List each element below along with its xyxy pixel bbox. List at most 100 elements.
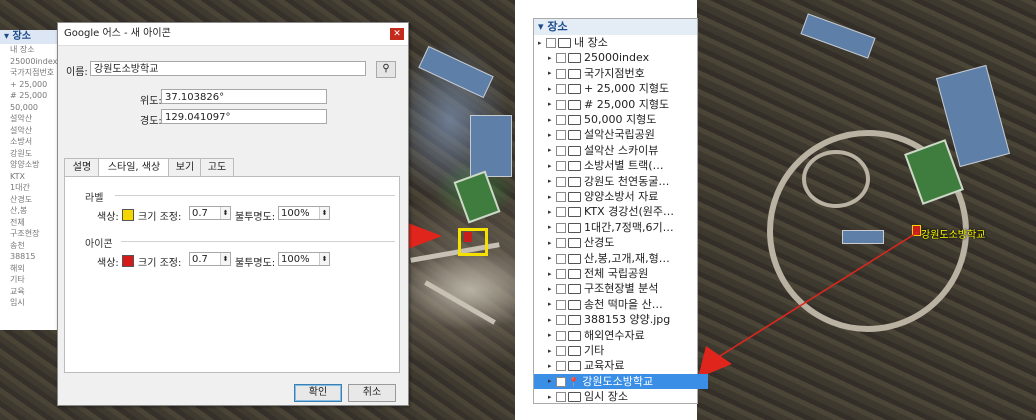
expand-arrow-icon[interactable]: ▸ bbox=[548, 128, 556, 143]
expand-arrow-icon[interactable]: ▸ bbox=[548, 66, 556, 81]
expand-arrow-icon[interactable]: ▸ bbox=[548, 374, 556, 389]
tree-item[interactable]: ▸ 임시 장소 bbox=[534, 389, 708, 404]
tree-item[interactable]: ▸ 송천 떡마을 산… bbox=[534, 297, 708, 312]
label-color-swatch[interactable] bbox=[122, 209, 134, 221]
visibility-checkbox[interactable] bbox=[556, 84, 566, 95]
tree-item[interactable]: 50,000 bbox=[0, 102, 60, 114]
tree-item[interactable]: 국가지점번호 bbox=[0, 67, 60, 79]
tab-description[interactable]: 설명 bbox=[64, 158, 100, 176]
placemark-label[interactable]: 강원도소방학교 bbox=[921, 226, 985, 241]
visibility-checkbox[interactable] bbox=[556, 53, 566, 64]
tree-item[interactable]: ▸ 국가지점번호 bbox=[534, 66, 708, 81]
visibility-checkbox[interactable] bbox=[556, 222, 566, 233]
tree-item[interactable]: ▸ KTX 경강선(원주… bbox=[534, 204, 708, 219]
tree-item[interactable]: 1대간 bbox=[0, 182, 60, 194]
tree-item[interactable]: ▸ 50,000 지형도 bbox=[534, 112, 708, 127]
tree-item[interactable]: ▸ 25000index bbox=[534, 50, 708, 65]
spin-arrows-icon[interactable]: ⬍ bbox=[319, 207, 329, 219]
expand-arrow-icon[interactable]: ▸ bbox=[548, 159, 556, 174]
visibility-checkbox[interactable] bbox=[556, 192, 566, 202]
tree-item[interactable]: ▸ 산,봉,고개,재,형… bbox=[534, 251, 708, 266]
expand-arrow-icon[interactable]: ▸ bbox=[548, 236, 556, 251]
visibility-checkbox[interactable] bbox=[556, 392, 566, 403]
label-opacity-stepper[interactable]: 100% ⬍ bbox=[278, 206, 330, 220]
visibility-checkbox[interactable] bbox=[556, 269, 566, 279]
tree-item[interactable]: 소방서 bbox=[0, 136, 60, 148]
spin-arrows-icon[interactable]: ⬍ bbox=[319, 253, 329, 265]
label-scale-stepper[interactable]: 0.7 ⬍ bbox=[189, 206, 231, 220]
visibility-checkbox[interactable] bbox=[546, 38, 556, 48]
tab-altitude[interactable]: 고도 bbox=[200, 158, 234, 176]
tree-item[interactable]: ▸ 교육자료 bbox=[534, 358, 708, 373]
close-icon[interactable]: ✕ bbox=[390, 28, 404, 40]
tree-item[interactable]: ▸ 설악산국립공원 bbox=[534, 127, 708, 142]
tree-item[interactable]: ▸ 소방서별 트랙(… bbox=[534, 158, 708, 173]
tree-item[interactable]: 전체 bbox=[0, 217, 60, 229]
tree-item[interactable]: 설악산 bbox=[0, 125, 60, 137]
tree-item[interactable]: + 25,000 bbox=[0, 79, 60, 91]
visibility-checkbox[interactable] bbox=[556, 315, 566, 326]
icon-scale-stepper[interactable]: 0.7 ⬍ bbox=[189, 252, 231, 266]
visibility-checkbox[interactable] bbox=[556, 376, 566, 387]
expand-arrow-icon[interactable]: ▸ bbox=[548, 267, 556, 282]
visibility-checkbox[interactable] bbox=[556, 284, 566, 295]
visibility-checkbox[interactable] bbox=[556, 145, 566, 156]
tree-item[interactable]: 산경도 bbox=[0, 194, 60, 206]
tree-item[interactable]: 내 장소 bbox=[0, 44, 60, 56]
latitude-field[interactable]: 37.103826° bbox=[161, 89, 327, 104]
tree-item[interactable]: ▸ + 25,000 지형도 bbox=[534, 81, 708, 96]
name-field[interactable]: 강원도소방학교 bbox=[90, 61, 366, 76]
icon-opacity-stepper[interactable]: 100% ⬍ bbox=[278, 252, 330, 266]
tree-item[interactable]: 양양소방 bbox=[0, 159, 60, 171]
places-header[interactable]: ▾ 장소 bbox=[0, 30, 60, 44]
tree-item[interactable]: ▸ 구조현장별 분석 bbox=[534, 281, 708, 296]
tree-item[interactable]: ▸ 양양소방서 자료 bbox=[534, 189, 708, 204]
tree-item[interactable]: 교육 bbox=[0, 286, 60, 298]
tree-item[interactable]: ▸ 전체 국립공원 bbox=[534, 266, 708, 281]
visibility-checkbox[interactable] bbox=[556, 299, 566, 310]
tab-view[interactable]: 보기 bbox=[168, 158, 202, 176]
expand-arrow-icon[interactable]: ▸ bbox=[548, 205, 556, 220]
tree-item[interactable]: 강원도 bbox=[0, 148, 60, 160]
spin-arrows-icon[interactable]: ⬍ bbox=[220, 207, 230, 219]
places-header[interactable]: ▾ 장소 bbox=[534, 19, 697, 35]
expand-arrow-icon[interactable]: ▸ bbox=[548, 328, 556, 343]
tree-item[interactable]: ▸ 388153 양양.jpg bbox=[534, 312, 708, 327]
visibility-checkbox[interactable] bbox=[556, 346, 566, 356]
longitude-field[interactable]: 129.041097° bbox=[161, 109, 327, 124]
expand-arrow-icon[interactable]: ▸ bbox=[548, 51, 556, 66]
expand-arrow-icon[interactable]: ▸ bbox=[548, 297, 556, 312]
tree-item[interactable]: 산,봉 bbox=[0, 205, 60, 217]
pin-icon[interactable]: ⚲ bbox=[376, 61, 396, 78]
expand-arrow-icon[interactable]: ▸ bbox=[548, 174, 556, 189]
tab-style-color[interactable]: 스타일, 색상 bbox=[98, 158, 170, 177]
visibility-checkbox[interactable] bbox=[556, 330, 566, 341]
tree-item[interactable]: ▸ 강원도 천연동굴… bbox=[534, 174, 708, 189]
icon-color-swatch[interactable] bbox=[122, 255, 134, 267]
tree-item[interactable]: 해외 bbox=[0, 263, 60, 275]
tree-item[interactable]: 구조현장 bbox=[0, 228, 60, 240]
visibility-checkbox[interactable] bbox=[556, 207, 566, 218]
tree-item[interactable]: ▸ 1대간,7정맥,6기… bbox=[534, 220, 708, 235]
tree-item[interactable]: # 25,000 bbox=[0, 90, 60, 102]
expand-arrow-icon[interactable]: ▸ bbox=[548, 143, 556, 158]
expand-arrow-icon[interactable]: ▸ bbox=[538, 36, 546, 51]
expand-arrow-icon[interactable]: ▸ bbox=[548, 359, 556, 374]
tree-item[interactable]: 38815 bbox=[0, 251, 60, 263]
visibility-checkbox[interactable] bbox=[556, 176, 566, 187]
visibility-checkbox[interactable] bbox=[556, 115, 566, 125]
tree-item[interactable]: 설악산 bbox=[0, 113, 60, 125]
expand-arrow-icon[interactable]: ▸ bbox=[548, 313, 556, 328]
spin-arrows-icon[interactable]: ⬍ bbox=[220, 253, 230, 265]
tree-item[interactable]: ▸ 기타 bbox=[534, 343, 708, 358]
expand-arrow-icon[interactable]: ▸ bbox=[548, 190, 556, 205]
visibility-checkbox[interactable] bbox=[556, 253, 566, 264]
tree-item[interactable]: ▸ 해외연수자료 bbox=[534, 328, 708, 343]
expand-arrow-icon[interactable]: ▸ bbox=[548, 251, 556, 266]
tree-item[interactable]: 송천 bbox=[0, 240, 60, 252]
tree-item[interactable]: KTX bbox=[0, 171, 60, 183]
expand-arrow-icon[interactable]: ▸ bbox=[548, 390, 556, 405]
expand-arrow-icon[interactable]: ▸ bbox=[548, 82, 556, 97]
cancel-button[interactable]: 취소 bbox=[348, 384, 396, 402]
tree-item[interactable]: 기타 bbox=[0, 274, 60, 286]
